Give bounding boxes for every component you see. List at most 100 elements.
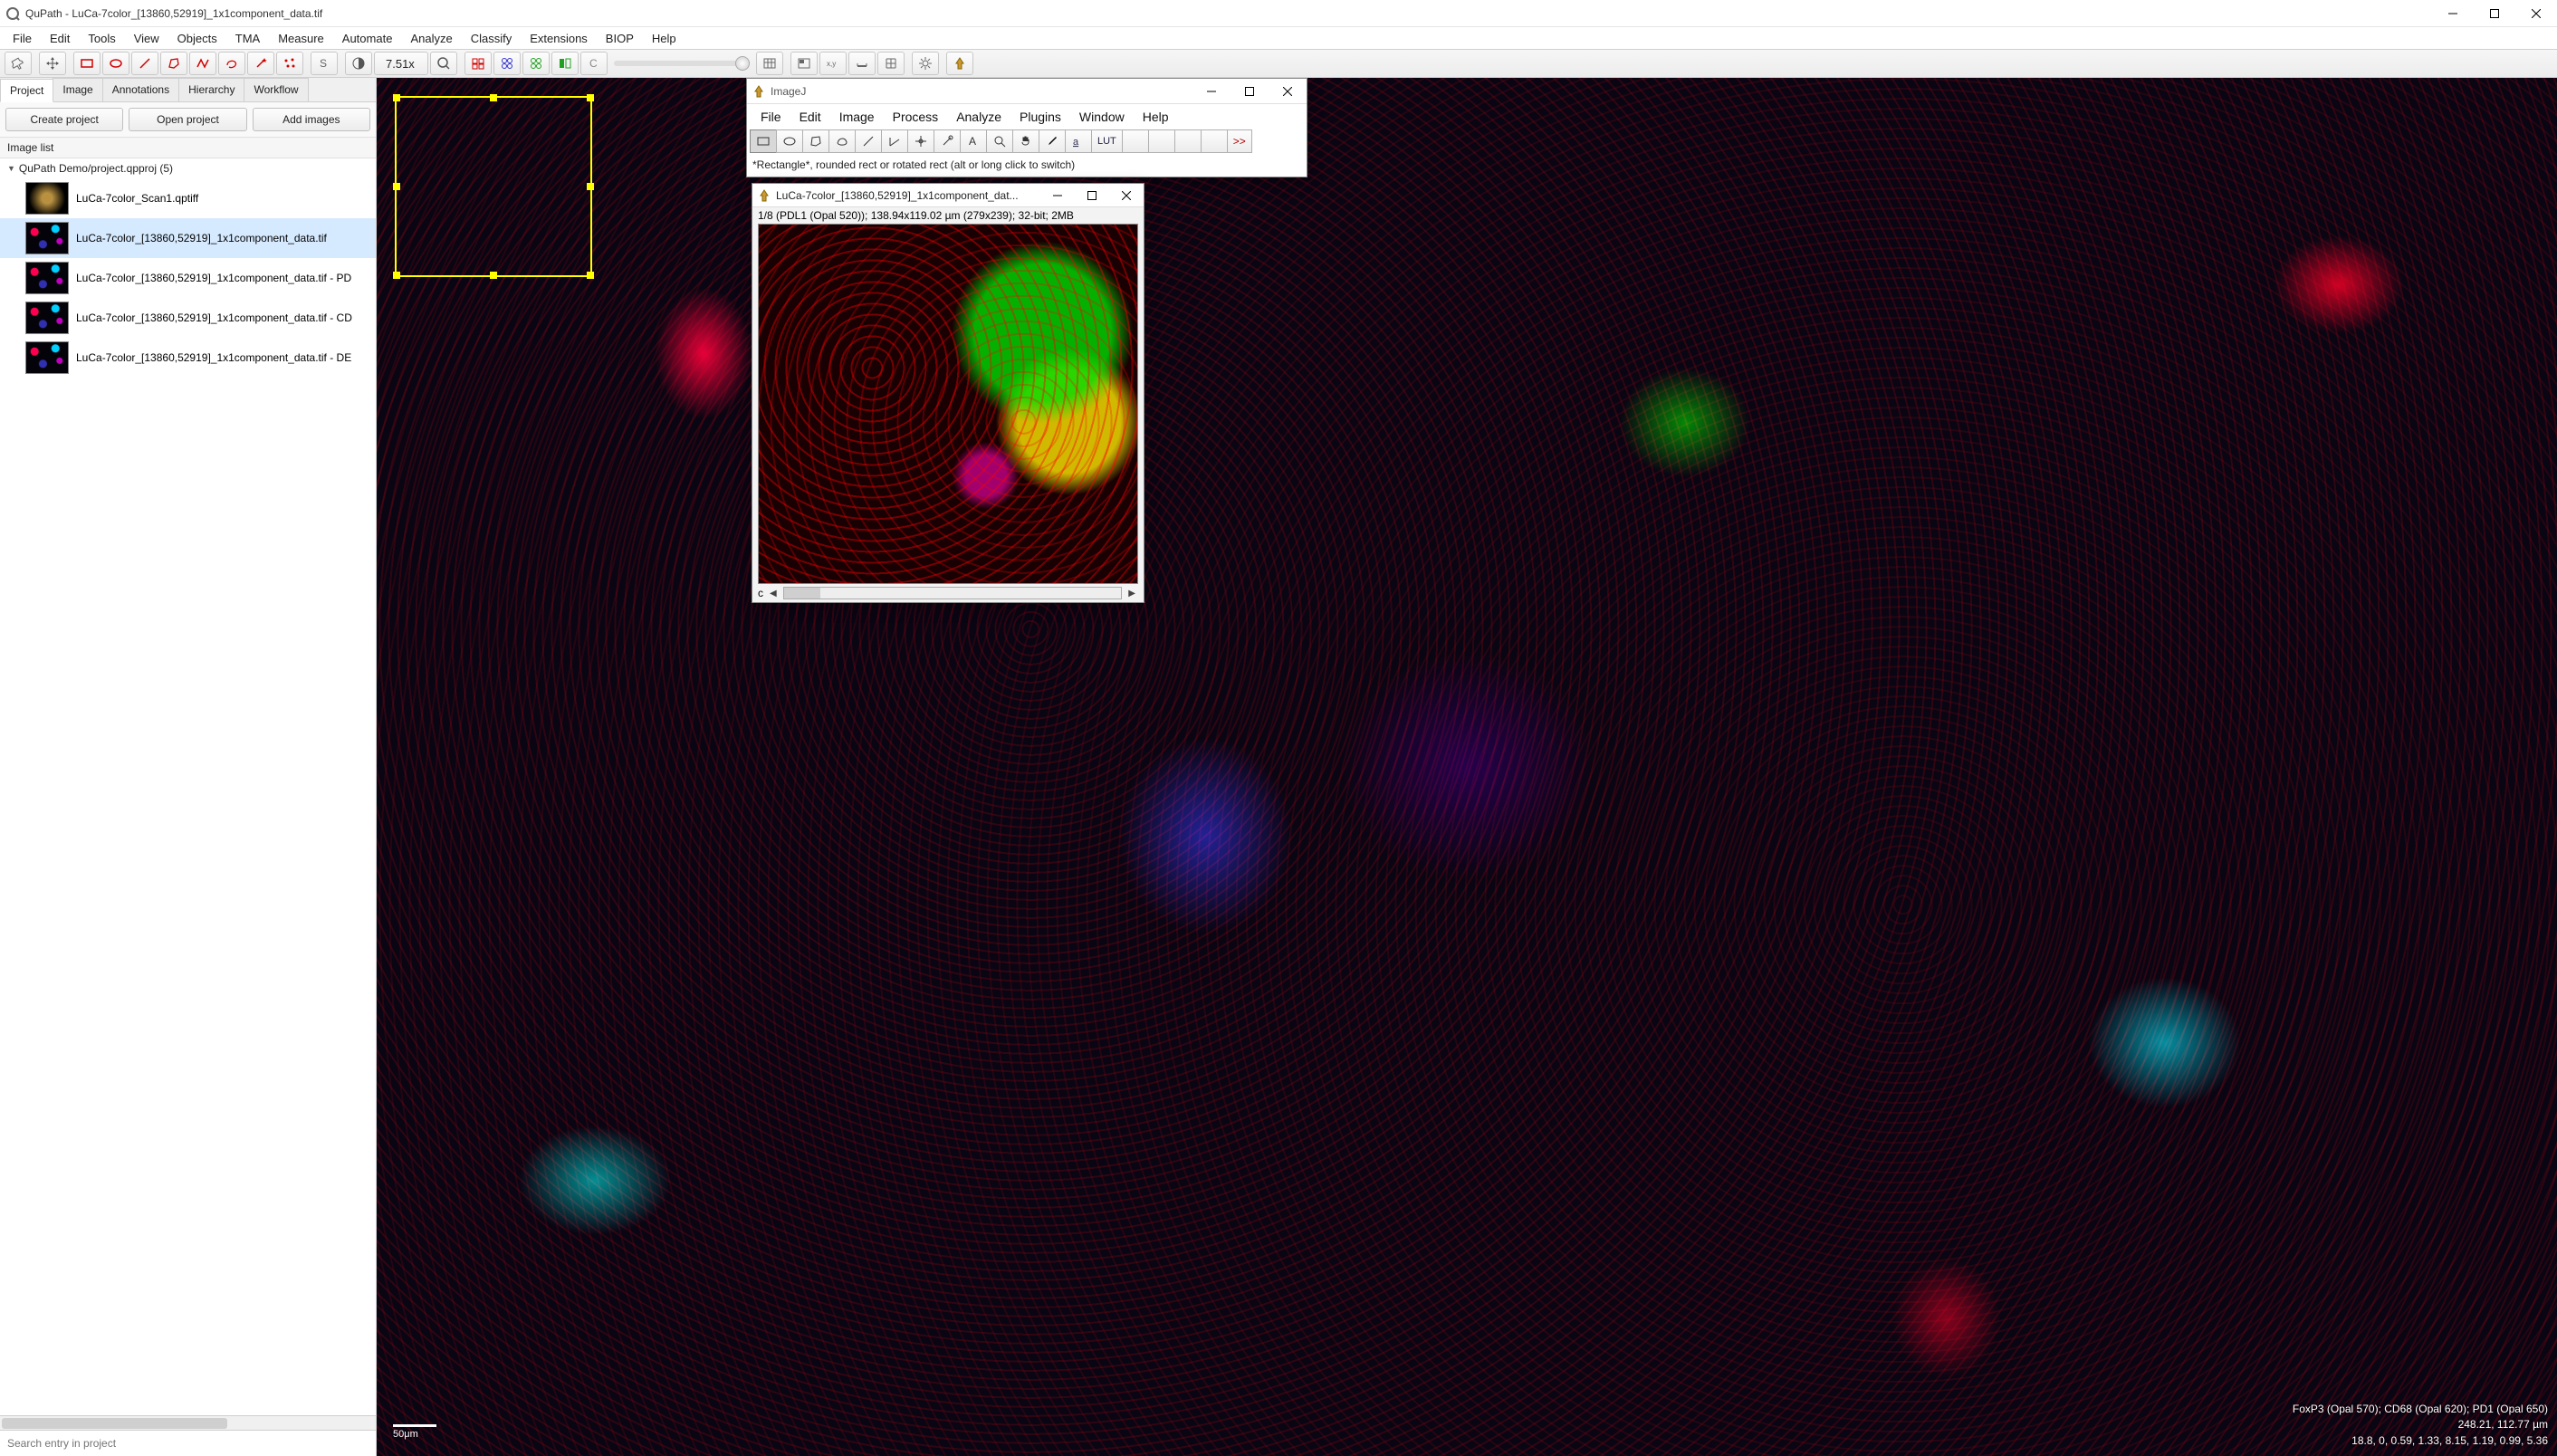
opacity-slider[interactable] <box>614 61 750 66</box>
image-entry[interactable]: LuCa-7color_[13860,52919]_1x1component_d… <box>0 298 376 338</box>
ij-img-close[interactable] <box>1109 184 1144 207</box>
tool-overview[interactable] <box>790 52 818 75</box>
ij-tool-stk3[interactable] <box>1174 129 1202 153</box>
menu-tma[interactable]: TMA <box>226 30 269 47</box>
ij-image-canvas[interactable] <box>758 224 1138 584</box>
tool-line[interactable] <box>131 52 158 75</box>
image-tree[interactable]: QuPath Demo/project.qpproj (5) LuCa-7col… <box>0 158 376 1415</box>
ij-tool-stk1[interactable] <box>1122 129 1149 153</box>
tool-polygon[interactable] <box>160 52 187 75</box>
tool-wand[interactable] <box>247 52 274 75</box>
ij-tool-hand[interactable] <box>1012 129 1039 153</box>
tool-ellipse[interactable] <box>102 52 129 75</box>
open-project-button[interactable]: Open project <box>129 108 246 131</box>
ij-img-minimize[interactable] <box>1040 184 1075 207</box>
imagej-window[interactable]: ImageJ File Edit Image Process Analyze P… <box>746 78 1307 177</box>
roi-rectangle[interactable] <box>395 96 592 277</box>
ij-tool-line[interactable] <box>855 129 882 153</box>
slider-knob[interactable] <box>735 56 750 71</box>
ij-menu-file[interactable]: File <box>752 108 790 126</box>
menu-edit[interactable]: Edit <box>41 30 79 47</box>
ij-menu-plugins[interactable]: Plugins <box>1011 108 1069 126</box>
scroll-thumb[interactable] <box>2 1418 227 1429</box>
ij-tool-stk4[interactable] <box>1201 129 1228 153</box>
ij-menu-help[interactable]: Help <box>1135 108 1177 126</box>
create-project-button[interactable]: Create project <box>5 108 123 131</box>
tool-zoom-fit[interactable] <box>430 52 457 75</box>
ij-tool-text[interactable]: A <box>960 129 987 153</box>
ij-tool-lut[interactable]: LUT <box>1091 129 1123 153</box>
tool-grid[interactable] <box>877 52 905 75</box>
menu-analyze[interactable]: Analyze <box>401 30 461 47</box>
image-entry[interactable]: LuCa-7color_[13860,52919]_1x1component_d… <box>0 338 376 378</box>
ij-tool-angle[interactable] <box>881 129 908 153</box>
ij-tool-dev[interactable]: a <box>1065 129 1092 153</box>
scroll-thumb[interactable] <box>784 588 820 599</box>
image-entry[interactable]: LuCa-7color_[13860,52919]_1x1component_d… <box>0 258 376 298</box>
ij-menu-window[interactable]: Window <box>1071 108 1133 126</box>
maximize-button[interactable] <box>2474 0 2515 27</box>
tool-points[interactable] <box>276 52 303 75</box>
sidebar-hscroll[interactable] <box>0 1415 376 1430</box>
toggle-connections[interactable]: C <box>580 52 608 75</box>
image-entry[interactable]: LuCa-7color_Scan1.qptiff <box>0 178 376 218</box>
ij-tool-polygon[interactable] <box>802 129 829 153</box>
tool-scalebar[interactable] <box>848 52 876 75</box>
minimize-button[interactable] <box>2432 0 2474 27</box>
tool-polyline[interactable] <box>189 52 216 75</box>
ij-menu-edit[interactable]: Edit <box>791 108 829 126</box>
ij-tool-stk2[interactable] <box>1148 129 1175 153</box>
menu-file[interactable]: File <box>4 30 41 47</box>
titlebar[interactable]: QuPath - LuCa-7color_[13860,52919]_1x1co… <box>0 0 2557 27</box>
tool-move[interactable] <box>39 52 66 75</box>
toggle-detections[interactable] <box>522 52 550 75</box>
scroll-right[interactable]: ▶ <box>1125 589 1138 599</box>
menu-automate[interactable]: Automate <box>333 30 402 47</box>
menu-view[interactable]: View <box>125 30 168 47</box>
scroll-left[interactable]: ◀ <box>767 589 780 599</box>
menu-extensions[interactable]: Extensions <box>521 30 597 47</box>
toggle-tma[interactable] <box>493 52 521 75</box>
ij-tool-rectangle[interactable] <box>750 129 777 153</box>
image-entry[interactable]: LuCa-7color_[13860,52919]_1x1component_d… <box>0 218 376 258</box>
ij-tool-zoom[interactable] <box>986 129 1013 153</box>
tool-rectangle[interactable] <box>73 52 101 75</box>
ij-menu-image[interactable]: Image <box>831 108 883 126</box>
menu-tools[interactable]: Tools <box>79 30 124 47</box>
ij-tool-dropper[interactable] <box>1039 129 1066 153</box>
ij-tool-more[interactable]: >> <box>1227 129 1252 153</box>
tab-workflow[interactable]: Workflow <box>244 78 308 101</box>
toggle-annotations[interactable] <box>464 52 492 75</box>
ij-tool-wand[interactable] <box>934 129 961 153</box>
toggle-fill[interactable] <box>551 52 579 75</box>
tool-measurement-table[interactable] <box>756 52 783 75</box>
tool-brightness-contrast[interactable] <box>345 52 372 75</box>
menu-biop[interactable]: BIOP <box>597 30 643 47</box>
tab-annotations[interactable]: Annotations <box>102 78 179 101</box>
ij-close[interactable] <box>1269 79 1307 104</box>
search-input[interactable] <box>0 1431 376 1456</box>
scroll-track[interactable] <box>783 587 1123 599</box>
tool-brush[interactable] <box>218 52 245 75</box>
tool-pin[interactable] <box>5 52 32 75</box>
menu-objects[interactable]: Objects <box>168 30 226 47</box>
ij-tool-freehand[interactable] <box>828 129 856 153</box>
ij-maximize[interactable] <box>1231 79 1269 104</box>
image-viewport[interactable]: 50μm FoxP3 (Opal 570); CD68 (Opal 620); … <box>377 78 2557 1456</box>
ij-tool-point[interactable] <box>907 129 934 153</box>
tool-preferences[interactable] <box>912 52 939 75</box>
imagej-image-window[interactable]: LuCa-7color_[13860,52919]_1x1component_d… <box>752 183 1144 603</box>
tool-selection-mode[interactable]: S <box>311 52 338 75</box>
ij-tool-oval[interactable] <box>776 129 803 153</box>
ij-minimize[interactable] <box>1192 79 1231 104</box>
project-root[interactable]: QuPath Demo/project.qpproj (5) <box>0 158 376 178</box>
add-images-button[interactable]: Add images <box>253 108 370 131</box>
tool-imagej[interactable] <box>946 52 973 75</box>
menu-measure[interactable]: Measure <box>269 30 333 47</box>
ij-channel-scroll[interactable]: c ◀ ▶ <box>752 584 1144 602</box>
ij-menu-process[interactable]: Process <box>885 108 947 126</box>
tab-image[interactable]: Image <box>53 78 102 101</box>
close-button[interactable] <box>2515 0 2557 27</box>
tab-project[interactable]: Project <box>0 79 53 102</box>
zoom-display[interactable]: 7.51x <box>374 52 428 75</box>
